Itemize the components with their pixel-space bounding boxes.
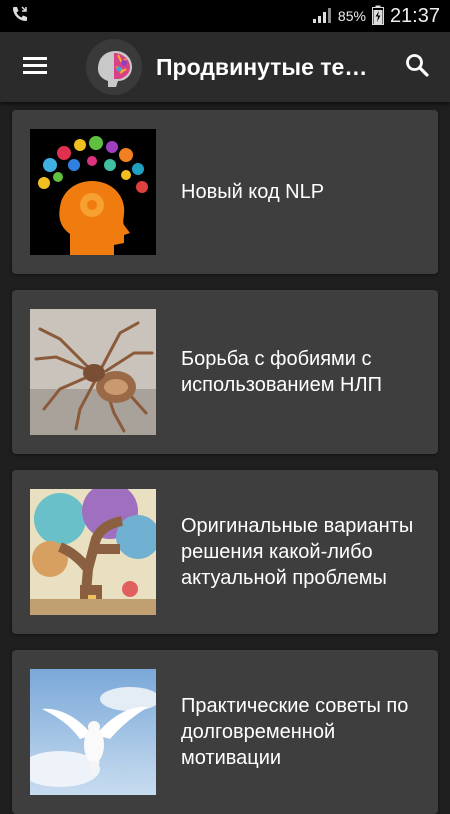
article-title: Новый код NLP	[181, 181, 325, 203]
article-title: Оригинальные варианты решения какой-либо…	[181, 515, 414, 589]
article-thumbnail-spider	[30, 309, 156, 435]
article-title: Практические советы по долговременной мо…	[181, 695, 409, 769]
app-logo	[86, 39, 142, 95]
phone-missed-call-icon	[10, 4, 30, 29]
app-title: Продвинутые те…	[156, 53, 368, 80]
article-thumbnail-bird	[30, 669, 156, 795]
search-icon	[405, 53, 429, 82]
menu-button[interactable]	[20, 52, 50, 82]
search-button[interactable]	[400, 50, 434, 84]
article-card-problem-solving[interactable]: Оригинальные варианты решения какой-либо…	[12, 470, 438, 634]
battery-percent: 85%	[337, 8, 366, 24]
hamburger-menu-icon	[23, 55, 47, 80]
status-bar: 85% 21:37	[0, 0, 450, 32]
signal-icon	[312, 6, 332, 27]
battery-charging-icon	[371, 5, 384, 28]
article-title: Борьба с фобиями с использованием НЛП	[181, 348, 382, 396]
article-thumbnail-head-icons	[30, 129, 156, 255]
article-card-phobias[interactable]: Борьба с фобиями с использованием НЛП	[12, 290, 438, 454]
clock: 21:37	[389, 4, 440, 27]
article-thumbnail-tree	[30, 489, 156, 615]
article-card-motivation[interactable]: Практические советы по долговременной мо…	[12, 650, 438, 814]
article-card-nlp-code[interactable]: Новый код NLP	[12, 110, 438, 274]
app-bar: Продвинутые те…	[0, 32, 450, 102]
